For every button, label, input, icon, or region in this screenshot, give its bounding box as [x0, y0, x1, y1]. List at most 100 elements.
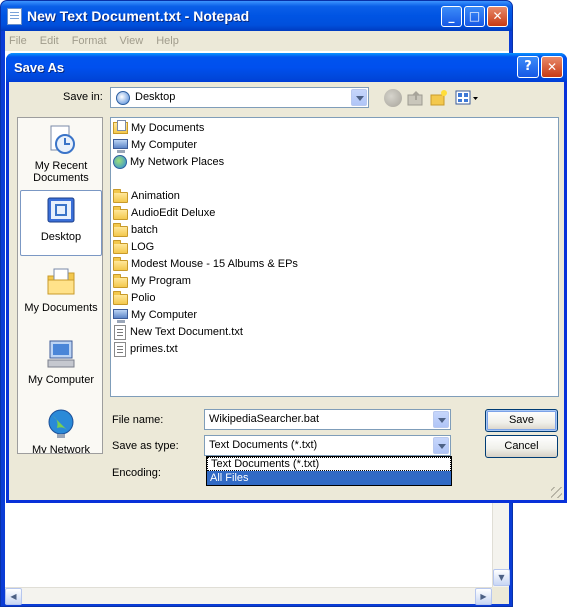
folder-icon: [113, 290, 128, 305]
file-name: My Program: [131, 275, 191, 287]
shortcut-computer-icon: [113, 309, 128, 323]
notepad-menubar: File Edit Format View Help: [5, 31, 509, 51]
place-label: My Documents: [24, 302, 98, 314]
file-list[interactable]: My Documents My Computer My Network Plac…: [110, 117, 559, 397]
views-menu-icon[interactable]: [455, 89, 479, 107]
place-my-recent-documents[interactable]: My Recent Documents: [20, 124, 102, 184]
save-as-dialog: Save As ? ✕ Save in: Desktop My Recent D…: [6, 53, 567, 503]
list-item[interactable]: My Computer: [113, 307, 197, 323]
list-item[interactable]: New Text Document.txt: [113, 324, 243, 340]
back-icon[interactable]: [384, 89, 402, 107]
menu-file[interactable]: File: [9, 35, 27, 47]
chevron-down-icon[interactable]: [351, 89, 367, 106]
cancel-button[interactable]: Cancel: [485, 435, 558, 458]
file-name-input[interactable]: WikipediaSearcher.bat: [204, 409, 451, 430]
notepad-vertical-scrollbar[interactable]: ▼: [492, 501, 510, 587]
menu-format[interactable]: Format: [72, 35, 107, 47]
folder-icon: [113, 256, 128, 271]
save-button[interactable]: Save: [485, 409, 558, 432]
folder-icon: [113, 273, 128, 288]
maximize-button[interactable]: □: [464, 6, 485, 27]
minimize-button[interactable]: _: [441, 6, 462, 27]
notepad-icon: [7, 8, 22, 25]
file-name: AudioEdit Deluxe: [131, 207, 216, 219]
folder-icon: [113, 239, 128, 254]
help-button[interactable]: ?: [517, 56, 539, 78]
file-name: My Computer: [131, 139, 198, 151]
dialog-close-button[interactable]: ✕: [541, 56, 563, 78]
my-network-icon: [45, 408, 77, 440]
file-name: Polio: [131, 292, 156, 304]
notepad-horizontal-scrollbar[interactable]: ◀ ▶: [5, 587, 492, 605]
file-name: LOG: [131, 241, 155, 253]
up-folder-icon[interactable]: [407, 89, 425, 107]
recent-documents-icon: [45, 124, 77, 156]
list-item[interactable]: My Network Places: [113, 154, 224, 170]
menu-edit[interactable]: Edit: [40, 35, 59, 47]
list-item[interactable]: AudioEdit Deluxe: [113, 205, 215, 221]
my-computer-icon: [45, 338, 77, 370]
network-icon: [113, 155, 127, 169]
scroll-right-icon[interactable]: ▶: [475, 588, 492, 605]
desktop-icon: [45, 195, 77, 227]
place-label: Desktop: [40, 231, 82, 243]
my-documents-icon: [45, 266, 77, 298]
place-label: My Recent Documents: [33, 160, 89, 184]
file-name-label: File name:: [112, 414, 164, 426]
file-name: New Text Document.txt: [130, 326, 243, 338]
file-name: primes.txt: [130, 343, 178, 355]
list-item[interactable]: primes.txt: [113, 341, 178, 357]
save-in-dropdown[interactable]: Desktop: [110, 87, 369, 108]
place-label: My Network: [31, 444, 91, 454]
folder-icon: [113, 205, 128, 220]
menu-view[interactable]: View: [120, 35, 144, 47]
folder-icon: [113, 188, 128, 203]
list-item[interactable]: My Documents: [113, 120, 204, 136]
list-item[interactable]: Modest Mouse - 15 Albums & EPs: [113, 256, 298, 272]
file-name: My Documents: [131, 122, 205, 134]
place-my-computer[interactable]: My Computer: [20, 338, 102, 386]
notepad-close-button[interactable]: ✕: [487, 6, 508, 27]
place-my-documents[interactable]: My Documents: [20, 266, 102, 314]
file-name: batch: [131, 224, 158, 236]
dialog-titlebar[interactable]: Save As ? ✕: [6, 53, 567, 82]
places-bar: My Recent Documents Desktop My Documents…: [17, 117, 103, 454]
new-folder-icon[interactable]: [430, 89, 448, 107]
chevron-down-icon[interactable]: [433, 411, 449, 428]
save-as-type-dropdown[interactable]: Text Documents (*.txt): [204, 435, 451, 456]
file-name-value: WikipediaSearcher.bat: [209, 413, 320, 425]
list-item[interactable]: My Program: [113, 273, 191, 289]
place-desktop[interactable]: Desktop: [20, 190, 102, 256]
chevron-down-icon[interactable]: [433, 437, 449, 454]
save-as-type-label: Save as type:: [112, 440, 179, 452]
notepad-titlebar[interactable]: New Text Document.txt - Notepad _ □ ✕: [1, 1, 512, 31]
notepad-title: New Text Document.txt - Notepad: [27, 8, 250, 24]
dialog-title: Save As: [14, 60, 65, 75]
save-in-label: Save in:: [63, 91, 103, 103]
save-as-type-value: Text Documents (*.txt): [209, 439, 318, 451]
resize-grip-icon[interactable]: [551, 487, 562, 498]
save-as-type-options: Text Documents (*.txt) All Files: [206, 456, 452, 486]
list-item[interactable]: Polio: [113, 290, 155, 306]
scroll-down-icon[interactable]: ▼: [493, 569, 510, 586]
desktop-icon: [116, 91, 130, 105]
scroll-left-icon[interactable]: ◀: [5, 588, 22, 605]
list-item[interactable]: My Computer: [113, 137, 197, 153]
encoding-label: Encoding:: [112, 467, 161, 479]
size-grip[interactable]: [492, 587, 509, 604]
list-item[interactable]: batch: [113, 222, 158, 238]
text-file-icon: [114, 324, 126, 340]
folder-icon: [113, 222, 128, 237]
file-name: Modest Mouse - 15 Albums & EPs: [131, 258, 298, 270]
list-item[interactable]: Animation: [113, 188, 180, 204]
place-label: My Computer: [27, 374, 95, 386]
my-documents-icon: [113, 120, 128, 134]
file-name: Animation: [131, 190, 180, 202]
option-all-files[interactable]: All Files: [207, 471, 451, 485]
menu-help[interactable]: Help: [156, 35, 179, 47]
list-item[interactable]: LOG: [113, 239, 154, 255]
text-file-icon: [114, 341, 126, 357]
file-name: My Computer: [131, 309, 198, 321]
option-text-documents[interactable]: Text Documents (*.txt): [207, 457, 451, 471]
place-my-network[interactable]: My Network: [20, 408, 102, 454]
